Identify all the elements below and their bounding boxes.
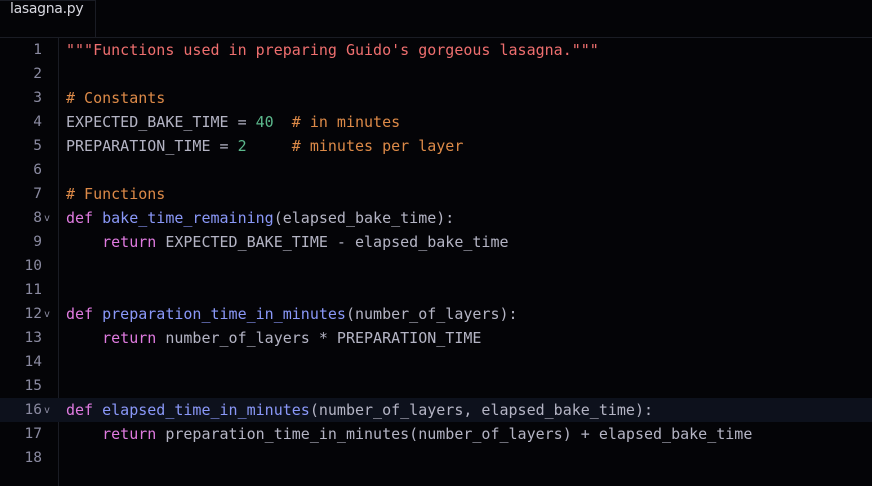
token-kw: return (102, 425, 166, 443)
token-id: (number_of_layers): (345, 305, 518, 323)
token-id: number_of_layers * PREPARATION_TIME (165, 329, 482, 347)
token-id: PREPARATION_TIME = (66, 137, 238, 155)
line-number: 17 (24, 426, 42, 442)
code-line[interactable]: 13 return number_of_layers * PREPARATION… (0, 326, 872, 350)
line-number: 8 (33, 210, 42, 226)
token-cm: # Functions (66, 185, 166, 203)
code-line[interactable]: 8 v def bake_time_remaining(elapsed_bake_t… (0, 206, 872, 230)
code-text: # Constants (58, 89, 165, 107)
tab-bar: lasagna.py (0, 0, 872, 38)
code-text: return number_of_layers * PREPARATION_TI… (58, 329, 481, 347)
token-fn: preparation_time_in_minutes (102, 305, 346, 323)
line-number: 11 (24, 282, 42, 298)
code-text: # Functions (58, 185, 165, 203)
code-line[interactable]: 17 return preparation_time_in_minutes(nu… (0, 422, 872, 446)
line-number: 15 (24, 378, 42, 394)
token-id: (elapsed_bake_time): (273, 209, 455, 227)
token-kw: def (66, 401, 103, 419)
token-id: preparation_time_in_minutes(number_of_la… (165, 425, 753, 443)
line-number: 5 (33, 138, 42, 154)
code-line[interactable]: 4 EXPECTED_BAKE_TIME = 40 # in minutes (0, 110, 872, 134)
code-line[interactable]: 14 (0, 350, 872, 374)
line-number: 13 (24, 330, 42, 346)
code-line[interactable]: 6 (0, 158, 872, 182)
line-number: 6 (33, 162, 42, 178)
code-line[interactable]: 11 (0, 278, 872, 302)
code-text: return preparation_time_in_minutes(numbe… (58, 425, 752, 443)
code-line[interactable]: 12 v def preparation_time_in_minutes(numbe… (0, 302, 872, 326)
fold-chevron-icon[interactable]: v (42, 213, 58, 224)
code-line[interactable]: 16 v def elapsed_time_in_minutes(number_of… (0, 398, 872, 422)
line-number: 14 (24, 354, 42, 370)
line-number: 9 (33, 234, 42, 250)
line-number: 10 (24, 258, 42, 274)
token-fn: elapsed_time_in_minutes (102, 401, 310, 419)
token-id: EXPECTED_BAKE_TIME = (66, 113, 256, 131)
code-line[interactable]: 7 # Functions (0, 182, 872, 206)
token-cm: # in minutes (291, 113, 401, 131)
code-text: PREPARATION_TIME = 2 # minutes per layer (58, 137, 463, 155)
code-line[interactable]: 18 (0, 446, 872, 470)
line-number: 7 (33, 186, 42, 202)
code-text: EXPECTED_BAKE_TIME = 40 # in minutes (58, 113, 400, 131)
token-num: 40 (255, 113, 274, 131)
token-kw: return (102, 233, 166, 251)
line-number: 1 (33, 42, 42, 58)
token-kw: def (66, 305, 103, 323)
code-line[interactable]: 5 PREPARATION_TIME = 2 # minutes per laye… (0, 134, 872, 158)
code-line[interactable]: 15 (0, 374, 872, 398)
token-str: """Functions used in preparing Guido's g… (66, 41, 599, 59)
token-id (66, 425, 102, 443)
token-id: (number_of_layers, elapsed_bake_time): (309, 401, 654, 419)
code-line[interactable]: 3 # Constants (0, 86, 872, 110)
code-line[interactable]: 2 (0, 62, 872, 86)
fold-chevron-icon[interactable]: v (42, 309, 58, 320)
token-id (66, 233, 102, 251)
code-line[interactable]: 10 (0, 254, 872, 278)
line-number: 3 (33, 90, 42, 106)
code-text: def elapsed_time_in_minutes(number_of_la… (58, 401, 653, 419)
line-number: 12 (24, 306, 42, 322)
token-id: EXPECTED_BAKE_TIME - elapsed_bake_time (165, 233, 509, 251)
token-fn: bake_time_remaining (102, 209, 274, 227)
line-number: 2 (33, 66, 42, 82)
token-num: 2 (237, 137, 247, 155)
tab-lasagna-py[interactable]: lasagna.py (0, 0, 97, 37)
token-cm: # Constants (66, 89, 166, 107)
line-number: 18 (24, 450, 42, 466)
token-cm: # minutes per layer (291, 137, 464, 155)
code-line[interactable]: 9 return EXPECTED_BAKE_TIME - elapsed_ba… (0, 230, 872, 254)
token-id (247, 137, 292, 155)
code-text: return EXPECTED_BAKE_TIME - elapsed_bake… (58, 233, 509, 251)
token-id (66, 329, 102, 347)
token-kw: def (66, 209, 103, 227)
code-line[interactable]: 1 """Functions used in preparing Guido's … (0, 38, 872, 62)
fold-chevron-icon[interactable]: v (42, 405, 58, 416)
code-text: def bake_time_remaining(elapsed_bake_tim… (58, 209, 454, 227)
code-text: """Functions used in preparing Guido's g… (58, 41, 599, 59)
line-number: 4 (33, 114, 42, 130)
code-editor[interactable]: 1 """Functions used in preparing Guido's … (0, 38, 872, 486)
line-number: 16 (24, 402, 42, 418)
token-id (274, 113, 292, 131)
token-kw: return (102, 329, 166, 347)
code-text: def preparation_time_in_minutes(number_o… (58, 305, 518, 323)
